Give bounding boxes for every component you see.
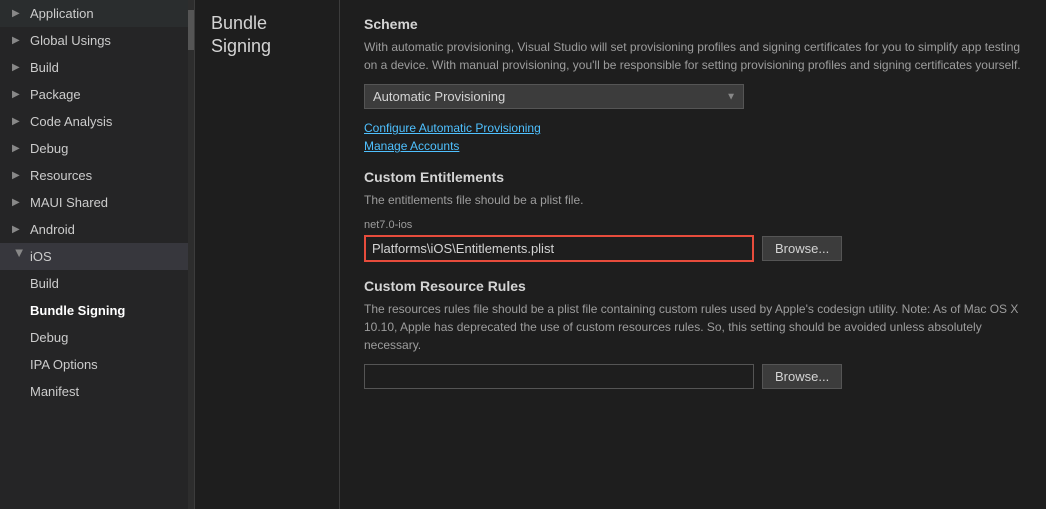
main-area: BundleSigning Scheme With automatic prov… [195,0,1046,509]
sidebar-sub-label: IPA Options [30,357,98,372]
sidebar-item-label: iOS [30,249,52,264]
scheme-section: Scheme With automatic provisioning, Visu… [364,16,1022,153]
page-title: BundleSigning [211,12,329,59]
resource-rules-input-row: Browse... [364,364,1022,389]
sidebar-item-ios-debug[interactable]: Debug [0,324,194,351]
sidebar-item-application[interactable]: ▶ Application [0,0,194,27]
target-label: net7.0-ios [364,219,1022,231]
scheme-dropdown-wrapper: Automatic Provisioning Manual Provisioni… [364,84,744,109]
sidebar-sub-label: Build [30,276,59,291]
sidebar: ▶ Application ▶ Global Usings ▶ Build ▶ … [0,0,195,509]
chevron-down-icon: ▶ [14,250,25,264]
chevron-right-icon: ▶ [12,197,26,208]
chevron-right-icon: ▶ [12,143,26,154]
sidebar-item-label: Resources [30,168,92,183]
sidebar-item-label: Application [30,6,94,21]
sidebar-sub-label: Manifest [30,384,79,399]
sidebar-item-label: Debug [30,141,68,156]
scheme-description: With automatic provisioning, Visual Stud… [364,38,1022,74]
scheme-dropdown-row: Automatic Provisioning Manual Provisioni… [364,84,1022,109]
sidebar-item-ios-bundle-signing[interactable]: Bundle Signing [0,297,194,324]
sidebar-item-resources[interactable]: ▶ Resources [0,162,194,189]
page-title-area: BundleSigning [195,0,340,509]
custom-resource-rules-section: Custom Resource Rules The resources rule… [364,278,1022,389]
sidebar-item-label: MAUI Shared [30,195,108,210]
sidebar-item-debug[interactable]: ▶ Debug [0,135,194,162]
sidebar-item-label: Code Analysis [30,114,112,129]
sidebar-item-ios-manifest[interactable]: Manifest [0,378,194,405]
entitlements-input[interactable] [364,235,754,262]
resource-rules-input[interactable] [364,364,754,389]
scheme-dropdown[interactable]: Automatic Provisioning Manual Provisioni… [364,84,744,109]
custom-resource-rules-description: The resources rules file should be a pli… [364,300,1022,354]
sidebar-sub-label: Bundle Signing [30,303,125,318]
sidebar-item-android[interactable]: ▶ Android [0,216,194,243]
sidebar-item-ios-ipa-options[interactable]: IPA Options [0,351,194,378]
manage-accounts-link[interactable]: Manage Accounts [364,139,1022,153]
sidebar-sub-label: Debug [30,330,68,345]
sidebar-item-ios-build[interactable]: Build [0,270,194,297]
entitlements-input-row: Browse... [364,235,1022,262]
chevron-right-icon: ▶ [12,170,26,181]
sidebar-item-label: Build [30,60,59,75]
chevron-right-icon: ▶ [12,116,26,127]
configure-provisioning-link[interactable]: Configure Automatic Provisioning [364,121,1022,135]
chevron-right-icon: ▶ [12,89,26,100]
sidebar-item-maui-shared[interactable]: ▶ MAUI Shared [0,189,194,216]
custom-entitlements-section: Custom Entitlements The entitlements fil… [364,169,1022,262]
sidebar-item-global-usings[interactable]: ▶ Global Usings [0,27,194,54]
custom-entitlements-title: Custom Entitlements [364,169,1022,185]
content-area: Scheme With automatic provisioning, Visu… [340,0,1046,509]
chevron-right-icon: ▶ [12,35,26,46]
entitlements-browse-button[interactable]: Browse... [762,236,842,261]
sidebar-item-label: Global Usings [30,33,111,48]
sidebar-item-label: Android [30,222,75,237]
custom-entitlements-description: The entitlements file should be a plist … [364,191,1022,209]
chevron-right-icon: ▶ [12,8,26,19]
scheme-title: Scheme [364,16,1022,32]
sidebar-item-build[interactable]: ▶ Build [0,54,194,81]
chevron-right-icon: ▶ [12,62,26,73]
resource-rules-browse-button[interactable]: Browse... [762,364,842,389]
sidebar-item-ios[interactable]: ▶ iOS [0,243,194,270]
sidebar-item-code-analysis[interactable]: ▶ Code Analysis [0,108,194,135]
sidebar-item-package[interactable]: ▶ Package [0,81,194,108]
sidebar-item-label: Package [30,87,81,102]
custom-resource-rules-title: Custom Resource Rules [364,278,1022,294]
chevron-right-icon: ▶ [12,224,26,235]
